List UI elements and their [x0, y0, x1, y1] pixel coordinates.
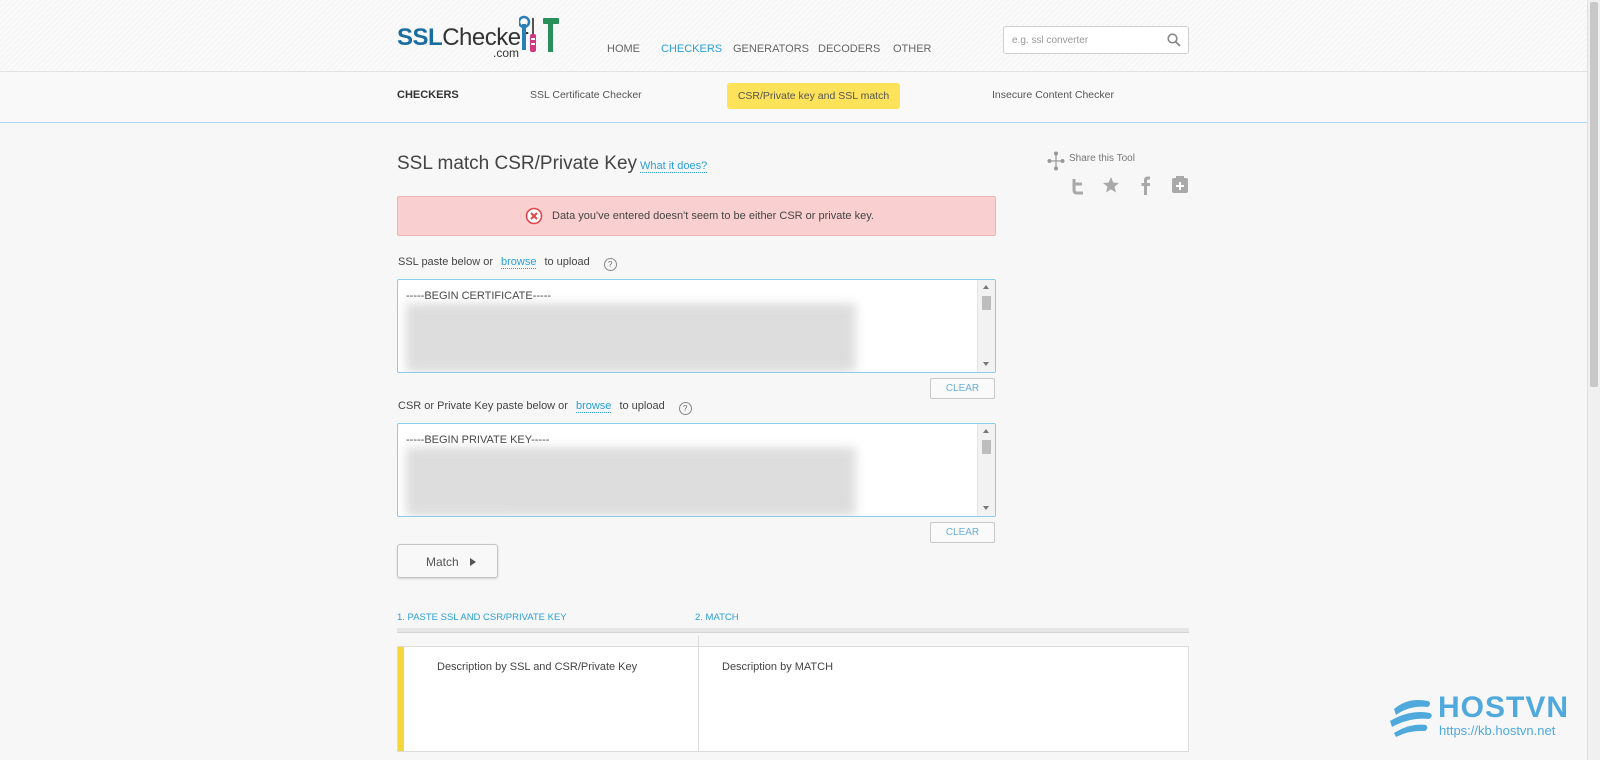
description-step-1: Description by SSL and CSR/Private Key	[437, 661, 638, 673]
ssl-help-icon[interactable]: ?	[603, 258, 617, 271]
scroll-down-icon[interactable]	[983, 506, 989, 510]
facebook-icon[interactable]	[1139, 176, 1151, 195]
error-alert: Data you've entered doesn't seem to be e…	[397, 196, 996, 236]
logo-suffix: .com	[493, 46, 520, 60]
error-x-icon	[525, 207, 543, 225]
hostvn-watermark: HOSTVN https://kb.hostvn.net	[1388, 691, 1578, 743]
ssl-textarea[interactable]: -----BEGIN CERTIFICATE-----	[397, 279, 996, 373]
bookmark-icon[interactable]	[1171, 176, 1189, 194]
hostvn-logo-icon	[1390, 700, 1432, 737]
scroll-thumb[interactable]	[982, 440, 991, 454]
key-field-label: CSR or Private Key paste below or browse t…	[398, 400, 692, 415]
steps-progress-bar	[397, 628, 1189, 633]
sub-nav: CHECKERS SSL Certificate Checker CSR/Pri…	[0, 72, 1587, 123]
key-browse-link[interactable]: browse	[575, 400, 612, 413]
key-label-prefix: CSR or Private Key paste below or	[398, 400, 568, 412]
what-it-does-link[interactable]: What it does?	[640, 160, 708, 173]
search-box	[1003, 26, 1189, 54]
subnav-item-insecure-content-checker[interactable]: Insecure Content Checker	[992, 89, 1114, 101]
match-button[interactable]: Match	[397, 544, 498, 578]
match-button-label: Match	[426, 555, 459, 569]
page-scroll-thumb[interactable]	[1590, 2, 1598, 387]
ssl-content-head: -----BEGIN CERTIFICATE-----	[406, 290, 552, 302]
error-message: Data you've entered doesn't seem to be e…	[552, 210, 874, 222]
key-textarea[interactable]: -----BEGIN PRIVATE KEY-----	[397, 423, 996, 517]
scroll-down-icon[interactable]	[983, 362, 989, 366]
column-divider	[698, 636, 699, 752]
star-icon[interactable]	[1102, 176, 1120, 194]
subnav-item-csr-key-ssl-match[interactable]: CSR/Private key and SSL match	[727, 83, 900, 109]
step-1-label: 1. PASTE SSL AND CSR/PRIVATE KEY	[397, 612, 567, 623]
tools-icon	[519, 15, 559, 52]
key-content-head: -----BEGIN PRIVATE KEY-----	[406, 434, 550, 446]
page-scrollbar[interactable]	[1587, 0, 1600, 760]
ssl-browse-link[interactable]: browse	[500, 256, 537, 269]
ssl-clear-button[interactable]: CLEAR	[930, 378, 995, 399]
page-title: SSL match CSR/Private Key	[397, 153, 638, 174]
key-textarea-scrollbar[interactable]	[977, 424, 995, 516]
watermark-brand: HOSTVN	[1438, 691, 1570, 724]
scroll-up-icon[interactable]	[983, 285, 989, 289]
search-input[interactable]	[1012, 32, 1152, 48]
key-clear-button[interactable]: CLEAR	[930, 522, 995, 543]
search-icon[interactable]	[1167, 33, 1181, 47]
scroll-up-icon[interactable]	[983, 429, 989, 433]
description-step-2: Description by MATCH	[722, 661, 834, 673]
ssl-textarea-scrollbar[interactable]	[977, 280, 995, 372]
subnav-item-ssl-certificate-checker[interactable]: SSL Certificate Checker	[530, 89, 642, 101]
top-header: SSLChecker .com HOME CHECKERS GENERATORS…	[0, 0, 1587, 72]
share-icon	[1047, 151, 1065, 171]
nav-decoders[interactable]: DECODERS	[818, 43, 880, 55]
ssl-label-suffix: to upload	[544, 256, 590, 268]
site-logo[interactable]: SSLChecker .com	[397, 14, 569, 60]
description-panel: Description by SSL and CSR/Private Key D…	[397, 636, 1189, 752]
nav-checkers[interactable]: CHECKERS	[661, 43, 722, 55]
share-label: Share this Tool	[1069, 153, 1135, 164]
share-panel: Share this Tool	[1047, 151, 1197, 201]
nav-generators[interactable]: GENERATORS	[733, 43, 809, 55]
ssl-field-label: SSL paste below or browse to upload?	[398, 256, 617, 271]
nav-home[interactable]: HOME	[607, 43, 640, 55]
scroll-thumb[interactable]	[982, 296, 991, 310]
watermark-url: https://kb.hostvn.net	[1439, 723, 1556, 738]
key-label-suffix: to upload	[619, 400, 665, 412]
step-2-label: 2. MATCH	[695, 612, 739, 623]
key-content-redacted	[406, 448, 856, 516]
ssl-label-prefix: SSL paste below or	[398, 256, 493, 268]
twitter-icon[interactable]	[1070, 177, 1086, 195]
ssl-content-redacted	[406, 304, 856, 372]
nav-other[interactable]: OTHER	[893, 43, 932, 55]
key-help-icon[interactable]: ?	[678, 402, 692, 415]
play-arrow-icon	[470, 558, 476, 566]
subnav-label: CHECKERS	[397, 89, 459, 101]
active-step-marker	[398, 647, 404, 751]
logo-ssl-text: SSL	[397, 24, 443, 51]
